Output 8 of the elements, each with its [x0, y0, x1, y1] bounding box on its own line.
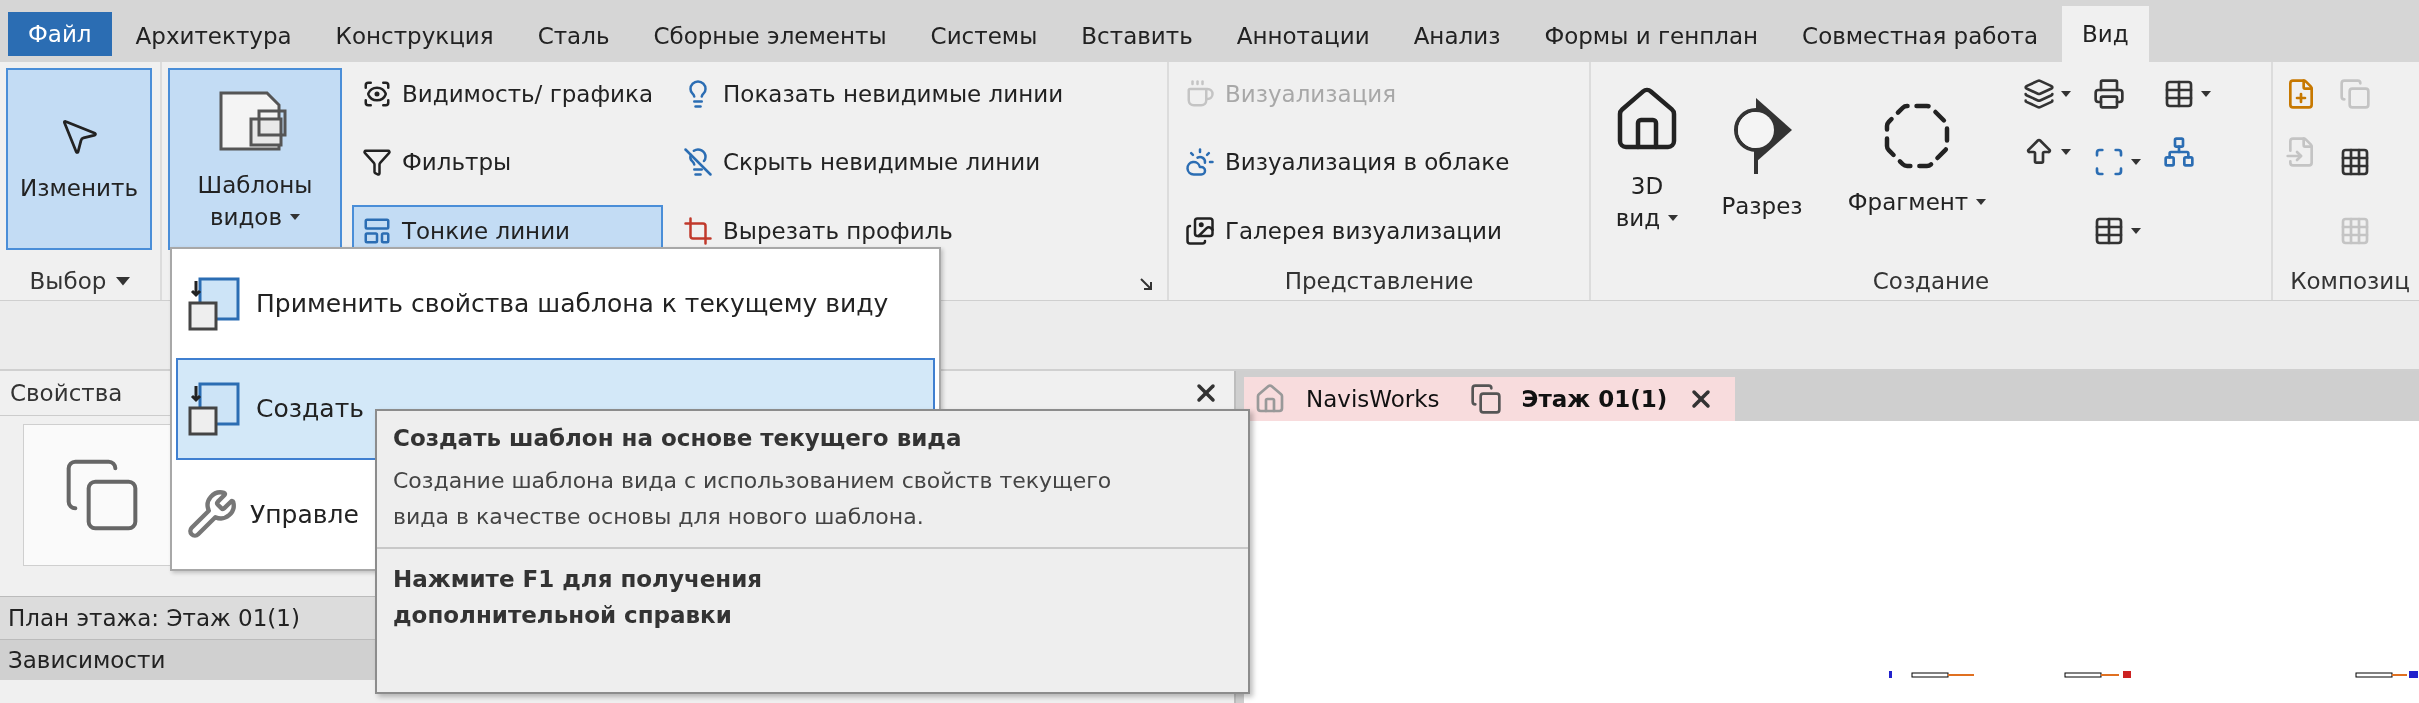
tooltip-text: Создание шаблона вида с использованием свойств текущего вида в качестве основы для нового шаблона.: [393, 467, 1113, 531]
panel-title: Свойства: [10, 380, 123, 406]
panel-title: Выбор: [29, 268, 107, 295]
panel-title: Создание: [1872, 268, 1990, 295]
panel-title: Представление: [1284, 268, 1474, 295]
tooltip-help: Нажмите F1 для получения дополнительной справки: [393, 565, 764, 630]
panel-title: Композиц: [2290, 268, 2410, 295]
tooltip-title: Создать шаблон на основе текущего вида: [393, 425, 963, 451]
